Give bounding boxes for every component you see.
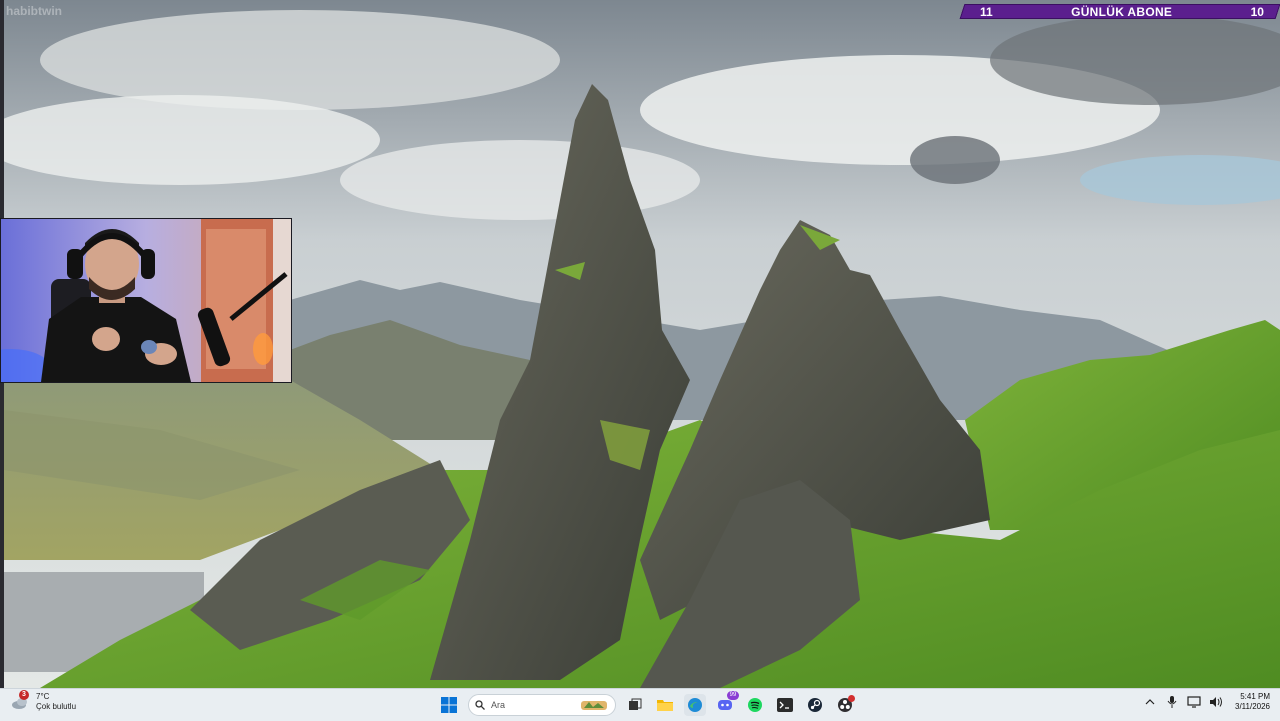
- system-clock[interactable]: 5:41 PM 3/11/2026: [1235, 692, 1270, 712]
- weather-condition: Çok bulutlu: [36, 702, 77, 711]
- weather-temperature: 7°C: [36, 692, 50, 701]
- spotify-button[interactable]: [744, 694, 766, 716]
- windows-icon: [441, 697, 457, 713]
- weather-alert-badge: 3: [19, 690, 29, 700]
- edge-button[interactable]: [684, 694, 706, 716]
- search-placeholder: Ara: [491, 700, 506, 710]
- taskbar: 3 7°C Çok bulutlu Ara 99 5:41 PM 3/11/20…: [0, 688, 1280, 721]
- clock-time: 5:41 PM: [1240, 692, 1270, 701]
- taskbar-search[interactable]: Ara: [468, 694, 616, 716]
- task-view-icon: [629, 698, 642, 710]
- banner-title: GÜNLÜK ABONE: [1071, 4, 1173, 19]
- discord-icon: [718, 700, 732, 710]
- steam-button[interactable]: [804, 694, 826, 716]
- start-button[interactable]: [438, 694, 460, 716]
- folder-icon: [657, 700, 673, 711]
- microphone-icon[interactable]: [1165, 695, 1179, 709]
- task-view-button[interactable]: [624, 694, 646, 716]
- discord-button[interactable]: 99: [714, 691, 739, 716]
- network-icon[interactable]: [1187, 695, 1201, 709]
- file-explorer-button[interactable]: [654, 694, 676, 716]
- spotify-icon: [748, 698, 762, 712]
- chevron-up-icon[interactable]: [1143, 695, 1157, 709]
- taskbar-center: Ara 99: [438, 691, 856, 718]
- daily-subscriber-banner: 11 GÜNLÜK ABONE 10: [959, 4, 1280, 19]
- banner-left-number: 11: [980, 4, 993, 19]
- system-tray: 5:41 PM 3/11/2026: [1143, 692, 1270, 712]
- terminal-button[interactable]: [774, 694, 796, 716]
- edge-icon: [688, 698, 702, 712]
- steam-icon: [808, 698, 822, 712]
- search-highlight-icon: [581, 701, 607, 710]
- obs-notification-dot: [848, 695, 855, 702]
- webcam-overlay: [0, 218, 292, 383]
- terminal-icon: [777, 698, 793, 712]
- clock-date: 3/11/2026: [1235, 702, 1270, 711]
- channel-watermark: habibtwin: [6, 4, 62, 18]
- discord-badge: 99: [727, 691, 739, 700]
- search-icon: [475, 700, 485, 710]
- weather-widget[interactable]: 3 7°C Çok bulutlu: [10, 690, 77, 712]
- banner-right-number: 10: [1250, 4, 1264, 19]
- volume-icon[interactable]: [1209, 695, 1223, 709]
- obs-button[interactable]: [834, 694, 856, 716]
- cloud-icon: 3: [10, 690, 30, 712]
